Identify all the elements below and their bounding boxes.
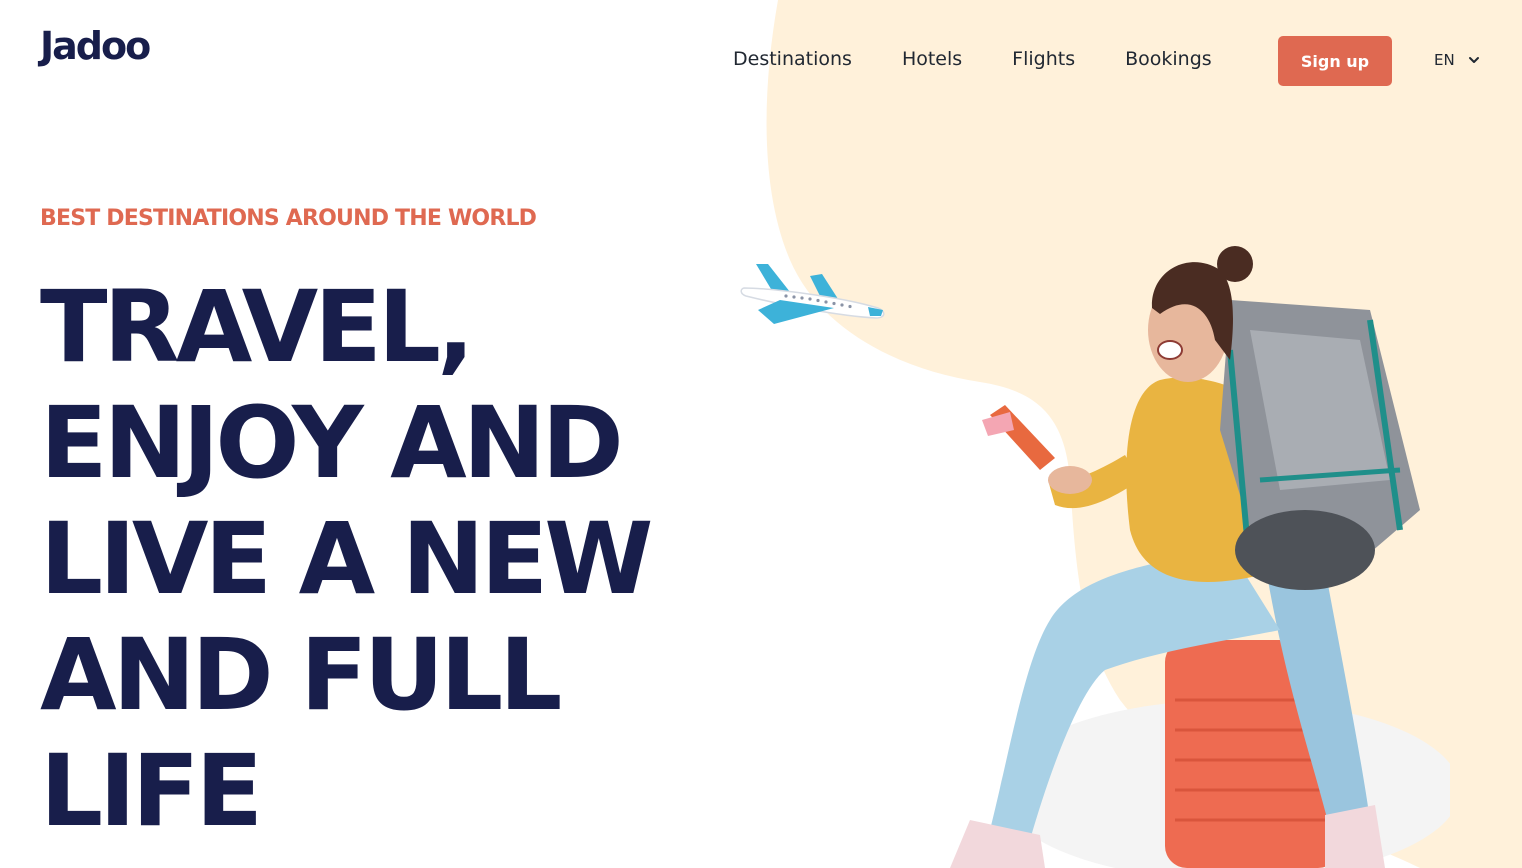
main-nav: Destinations Hotels Flights Bookings: [733, 48, 1262, 70]
nav-flights[interactable]: Flights: [1012, 48, 1075, 70]
signup-button[interactable]: Sign up: [1278, 36, 1392, 86]
headline-line: LIFE: [40, 734, 263, 849]
nav-bookings[interactable]: Bookings: [1125, 48, 1212, 70]
brand-logo[interactable]: Jadoo: [40, 24, 151, 68]
chevron-down-icon: [1468, 57, 1479, 63]
hero-eyebrow: BEST DESTINATIONS AROUND THE WORLD: [40, 206, 537, 231]
language-label: EN: [1434, 51, 1455, 69]
hero-headline: TRAVEL, ENJOY AND LIVE A NEW AND FULL LI…: [40, 270, 740, 850]
headline-line: AND FULL: [40, 618, 562, 733]
traveler-illustration: [950, 246, 1450, 868]
headline-line: ENJOY AND: [40, 386, 624, 501]
language-selector[interactable]: EN: [1434, 51, 1481, 69]
headline-line: LIVE A NEW: [40, 502, 653, 617]
headline-line: TRAVEL,: [40, 270, 475, 385]
airplane-icon: [740, 264, 885, 324]
nav-hotels[interactable]: Hotels: [902, 48, 962, 70]
nav-destinations[interactable]: Destinations: [733, 48, 852, 70]
